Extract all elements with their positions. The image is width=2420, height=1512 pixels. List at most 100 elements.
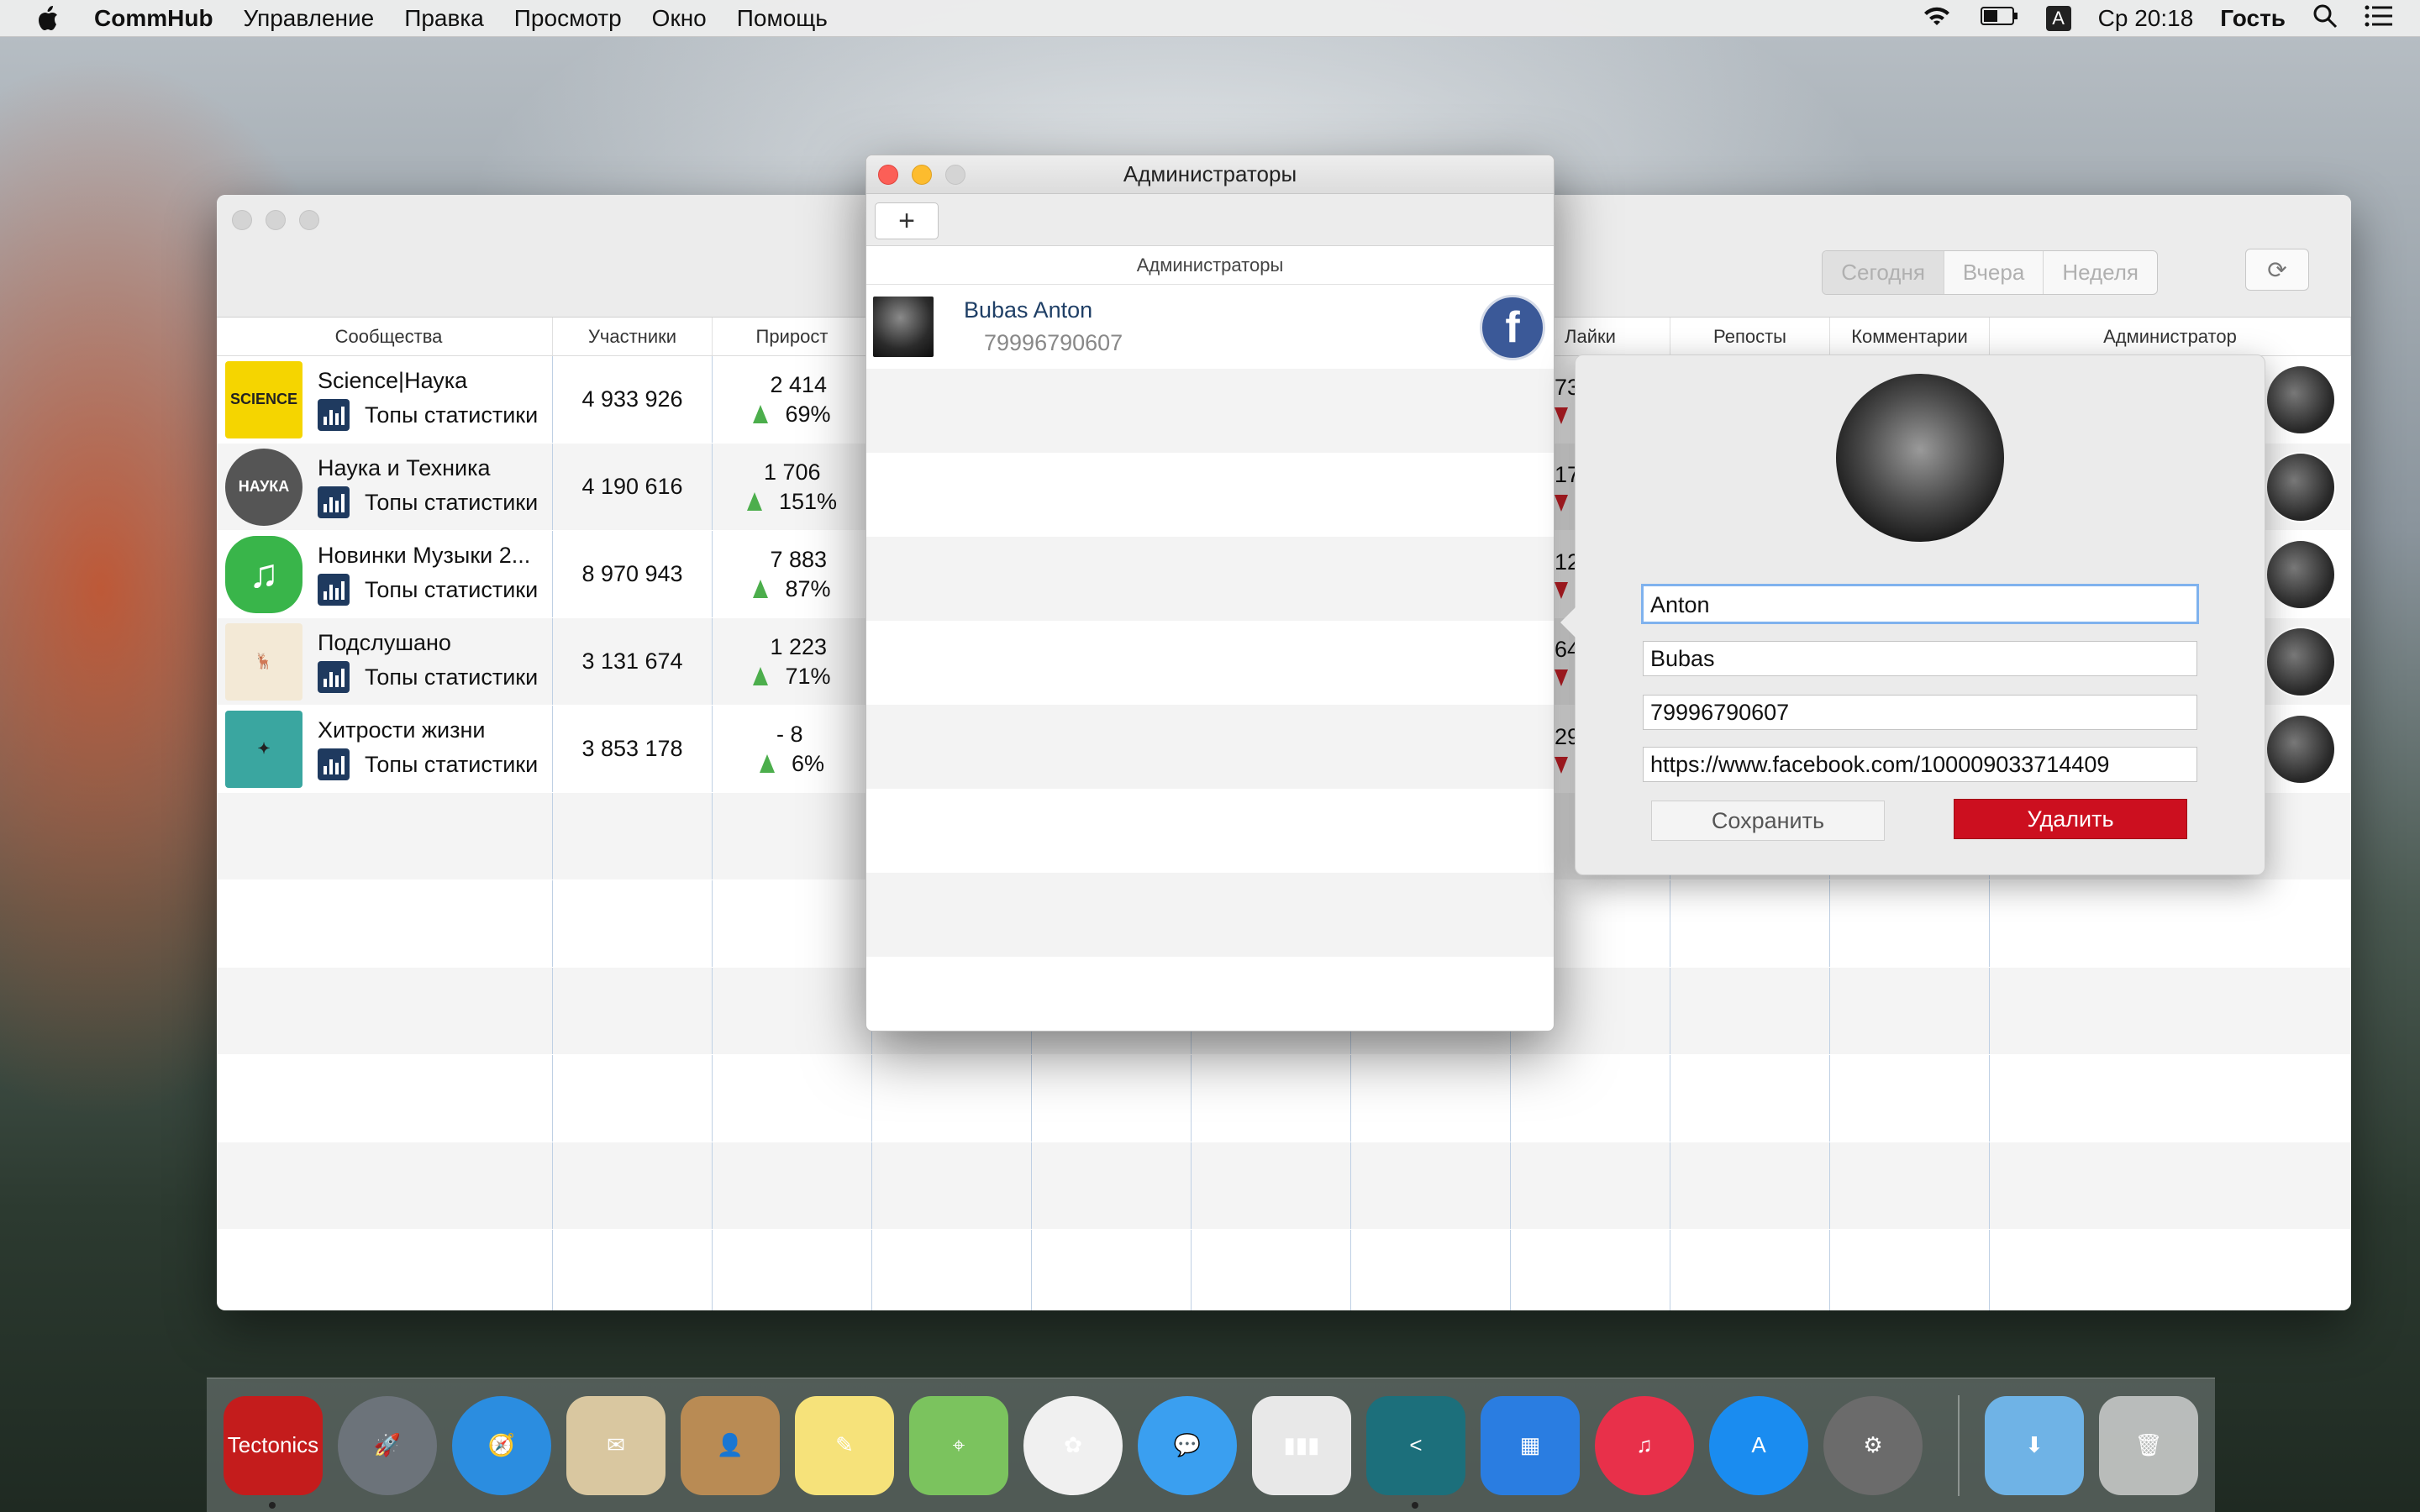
- menu-manage[interactable]: Управление: [244, 5, 375, 32]
- commhub-icon[interactable]: <: [1366, 1395, 1465, 1509]
- admin-row[interactable]: Bubas Anton 79996790607 f: [866, 285, 1554, 369]
- community-cell[interactable]: ✦ Хитрости жизни Топы статистики: [217, 706, 553, 792]
- table-cell: [1990, 1055, 2351, 1142]
- community-cell[interactable]: ♫ Новинки Музыки 2... Топы статистики: [217, 531, 553, 617]
- list-item: [866, 621, 1554, 705]
- community-cell[interactable]: 🦌 Подслушано Топы статистики: [217, 618, 553, 705]
- apple-menu-icon[interactable]: [32, 2, 66, 35]
- admin-avatar[interactable]: [2265, 626, 2336, 697]
- community-name[interactable]: Новинки Музыки 2...: [318, 543, 538, 569]
- growth-count: 1 223: [770, 633, 828, 659]
- system-preferences-icon[interactable]: ⚙: [1823, 1395, 1923, 1495]
- community-stats-link[interactable]: Топы статистики: [318, 574, 538, 606]
- dialog-toolbar: +: [866, 194, 1554, 246]
- dock-icon-label: ✎: [835, 1432, 854, 1457]
- messages-icon[interactable]: 💬: [1138, 1395, 1237, 1495]
- notes-icon[interactable]: ✎: [795, 1395, 894, 1495]
- save-button[interactable]: Сохранить: [1651, 801, 1885, 841]
- col-growth[interactable]: Прирост: [713, 318, 872, 355]
- downloads-folder-icon[interactable]: ⬇: [1985, 1395, 2084, 1495]
- col-members[interactable]: Участники: [553, 318, 713, 355]
- trash-icon[interactable]: 🗑: [2099, 1395, 2198, 1495]
- community-stats-link[interactable]: Топы статистики: [318, 486, 538, 518]
- dialog-minimize-button[interactable]: [912, 165, 932, 185]
- phone-field[interactable]: [1643, 695, 2197, 730]
- last-name-field[interactable]: [1643, 641, 2197, 676]
- community-name[interactable]: Подслушано: [318, 630, 538, 656]
- tectonics-icon[interactable]: Tectonics: [224, 1395, 323, 1509]
- dialog-close-button[interactable]: [878, 165, 898, 185]
- growth-count: 7 883: [770, 546, 828, 572]
- dock-icon-label: A: [1751, 1432, 1766, 1457]
- admin-avatar[interactable]: [2265, 364, 2336, 435]
- menu-edit[interactable]: Правка: [404, 5, 484, 32]
- clock[interactable]: Ср 20:18: [2098, 5, 2194, 32]
- app-name-menu[interactable]: CommHub: [94, 5, 213, 32]
- col-comments[interactable]: Комментарии: [1830, 318, 1990, 355]
- table-cell: [553, 1055, 713, 1142]
- segment-yesterday[interactable]: Вчера: [1944, 251, 2044, 294]
- community-text: Science|Наука Топы статистики: [318, 368, 538, 431]
- contacts-icon[interactable]: 👤: [681, 1395, 780, 1495]
- community-stats-label: Топы статистики: [365, 489, 539, 515]
- menu-window[interactable]: Окно: [652, 5, 707, 32]
- col-reposts[interactable]: Репосты: [1670, 318, 1830, 355]
- minimize-button[interactable]: [266, 210, 286, 230]
- close-button[interactable]: [232, 210, 252, 230]
- community-cell[interactable]: НАУКА Наука и Техника Топы статистики: [217, 444, 553, 530]
- keynote-icon[interactable]: ▦: [1481, 1395, 1580, 1495]
- refresh-button[interactable]: ⟳: [2245, 249, 2309, 291]
- community-name[interactable]: Science|Наука: [318, 368, 538, 394]
- table-cell: [1192, 1055, 1351, 1142]
- arrow-up-icon: [753, 580, 769, 598]
- photos-icon[interactable]: ✿: [1023, 1395, 1123, 1495]
- table-cell: [872, 1142, 1032, 1229]
- menu-help[interactable]: Помощь: [737, 5, 828, 32]
- menu-view[interactable]: Просмотр: [514, 5, 622, 32]
- wifi-icon[interactable]: [1920, 3, 1954, 34]
- admin-avatar[interactable]: [2265, 451, 2336, 522]
- safari-icon[interactable]: 🧭: [452, 1395, 551, 1495]
- community-avatar-label: НАУКА: [238, 478, 290, 495]
- admin-avatar[interactable]: [2265, 713, 2336, 785]
- numbers-icon[interactable]: ▮▮▮: [1252, 1395, 1351, 1495]
- itunes-icon[interactable]: ♫: [1595, 1395, 1694, 1495]
- community-cell[interactable]: SCIENCE Science|Наука Топы статистики: [217, 356, 553, 443]
- notification-center-icon[interactable]: [2365, 5, 2393, 33]
- profile-url-field[interactable]: [1643, 747, 2197, 782]
- spotlight-icon[interactable]: [2312, 3, 2338, 34]
- segment-today[interactable]: Сегодня: [1823, 251, 1944, 294]
- growth-percent-value: 71%: [785, 663, 831, 689]
- community-name[interactable]: Наука и Техника: [318, 455, 538, 481]
- community-stats-link[interactable]: Топы статистики: [318, 661, 538, 693]
- table-cell: [713, 968, 872, 1054]
- appstore-icon[interactable]: A: [1709, 1395, 1808, 1495]
- battery-icon[interactable]: [1980, 5, 2019, 32]
- table-cell: [1670, 1142, 1830, 1229]
- community-stats-label: Топы статистики: [365, 751, 539, 777]
- community-name[interactable]: Хитрости жизни: [318, 717, 538, 743]
- growth-count: - 8: [776, 721, 803, 747]
- table-cell: [1351, 1142, 1511, 1229]
- admin-avatar[interactable]: [2265, 538, 2336, 610]
- maps-icon[interactable]: ⌖: [909, 1395, 1008, 1495]
- dialog-zoom-button[interactable]: [945, 165, 965, 185]
- first-name-field[interactable]: [1641, 584, 2199, 624]
- user-menu[interactable]: Гость: [2220, 5, 2286, 32]
- community-stats-link[interactable]: Топы статистики: [318, 748, 538, 780]
- community-stats-link[interactable]: Топы статистики: [318, 399, 538, 431]
- zoom-button[interactable]: [299, 210, 319, 230]
- launchpad-icon[interactable]: 🚀: [338, 1395, 437, 1495]
- add-admin-button[interactable]: +: [875, 202, 939, 239]
- col-communities[interactable]: Сообщества: [217, 318, 553, 355]
- delete-button[interactable]: Удалить: [1954, 799, 2187, 839]
- input-source-icon[interactable]: A: [2045, 6, 2071, 31]
- mail-icon[interactable]: ✉: [566, 1395, 666, 1495]
- facebook-icon[interactable]: f: [1480, 295, 1545, 360]
- members-cell: 8 970 943: [553, 531, 713, 617]
- col-admin[interactable]: Администратор: [1990, 318, 2351, 355]
- segment-week[interactable]: Неделя: [2044, 251, 2157, 294]
- dialog-window-controls: [878, 165, 965, 185]
- stats-icon: [318, 574, 350, 606]
- stats-icon: [318, 661, 350, 693]
